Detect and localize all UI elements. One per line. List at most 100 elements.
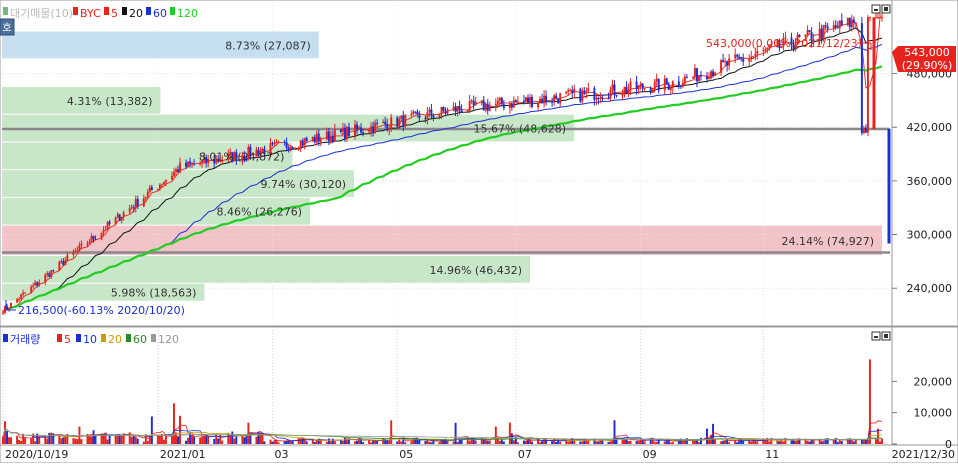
candle-body	[275, 142, 278, 144]
candle-body	[158, 184, 161, 190]
volume-bar	[790, 440, 793, 444]
candle-body	[486, 103, 489, 111]
candle-body	[615, 95, 618, 97]
candle-body	[130, 207, 133, 209]
candle-body	[581, 90, 584, 102]
candle-body	[343, 127, 346, 139]
volume-bar	[699, 437, 702, 444]
candle-body	[452, 106, 455, 110]
price-pane-maximize-button[interactable]	[881, 4, 891, 14]
candle-body	[468, 100, 471, 111]
candle-body	[92, 236, 95, 240]
volume-bar	[231, 431, 234, 444]
volume-bar	[368, 440, 371, 444]
volume-bar	[430, 442, 433, 444]
volume-profile-label: 8.46% (26,276)	[216, 206, 302, 219]
candle-body	[541, 98, 544, 104]
volume-bar	[806, 440, 809, 444]
candle-body	[474, 101, 477, 106]
volume-profile-band	[2, 225, 882, 256]
volume-bar	[162, 439, 165, 444]
candle-body	[390, 117, 393, 129]
last-price-tag: 543,000 (29.90%)	[892, 46, 956, 72]
candle-body	[177, 169, 179, 173]
volume-bar	[637, 441, 640, 444]
legend-ma5: 5	[111, 7, 118, 20]
candle-body	[30, 286, 33, 293]
volume-bar	[187, 437, 190, 444]
candle-body	[50, 270, 53, 277]
candle-body	[663, 78, 666, 91]
candle-body	[539, 98, 542, 103]
volume-bar	[426, 440, 429, 444]
candle-body	[635, 81, 638, 90]
volume-bar	[388, 440, 391, 444]
candle-body	[850, 19, 853, 28]
volume-bar	[18, 439, 21, 444]
side-toggle-button[interactable]: 호	[0, 18, 15, 36]
candle-body	[524, 97, 527, 102]
candle-body	[669, 87, 672, 90]
volume-bar	[269, 439, 272, 444]
candle-body	[170, 175, 173, 180]
candle-body	[191, 163, 194, 165]
volume-bar	[396, 441, 399, 444]
candle-body	[428, 109, 431, 113]
candle-body	[444, 111, 447, 114]
candle-body	[726, 61, 729, 66]
volume-bar	[635, 441, 638, 444]
volume-bar	[94, 435, 97, 444]
candle-body	[291, 147, 294, 150]
volume-bar	[669, 442, 672, 444]
volume-bar	[233, 438, 236, 444]
volume-bar	[156, 435, 159, 444]
candle-body	[132, 207, 135, 209]
candle-body	[667, 84, 670, 90]
volume-bar	[88, 436, 91, 444]
candle-body	[762, 49, 765, 51]
volume-bar	[354, 441, 356, 444]
volume-bar	[820, 441, 823, 444]
volume-tick-label: 10,000	[914, 407, 953, 420]
candle-body	[104, 229, 107, 231]
volume-bar	[486, 440, 489, 444]
candle-body	[20, 294, 23, 300]
candle-body	[76, 249, 79, 251]
candle-body	[122, 212, 125, 218]
volume-bar	[543, 439, 546, 444]
volume-bar	[512, 440, 515, 444]
candle-body	[623, 86, 626, 95]
candle-body	[88, 242, 91, 244]
price-pane-minimize-button[interactable]	[871, 4, 881, 14]
volume-bar	[343, 437, 346, 444]
price-tick-label: 240,000	[907, 282, 953, 295]
candle-body	[569, 90, 572, 92]
candle-body	[643, 88, 646, 90]
volume-bar	[8, 437, 11, 444]
candle-body	[627, 89, 630, 93]
candle-body	[48, 273, 51, 277]
volume-bar	[74, 438, 77, 444]
volume-bar	[134, 436, 137, 444]
date-tick-label: 05	[399, 448, 413, 461]
volume-profile-label: 8.01% (24,872)	[199, 150, 285, 163]
volume-bar	[116, 434, 119, 444]
volume-bar	[428, 441, 431, 444]
candle-body	[724, 61, 727, 63]
candle-body	[175, 169, 177, 172]
candle-body	[193, 163, 196, 165]
volume-bar	[398, 439, 401, 444]
candle-body	[418, 113, 421, 119]
volume-bar	[794, 440, 797, 444]
volume-bar	[235, 435, 238, 444]
volume-bar	[34, 441, 37, 444]
candle-body	[756, 50, 759, 55]
vol-legend-20: 20	[108, 333, 122, 346]
candle-body	[44, 275, 47, 283]
volume-bar	[172, 403, 175, 444]
volume-pane-maximize-button[interactable]	[881, 331, 891, 341]
candle-body	[285, 142, 288, 148]
volume-pane-minimize-button[interactable]	[871, 331, 881, 341]
volume-bar	[822, 440, 825, 444]
volume-bar	[585, 440, 588, 444]
